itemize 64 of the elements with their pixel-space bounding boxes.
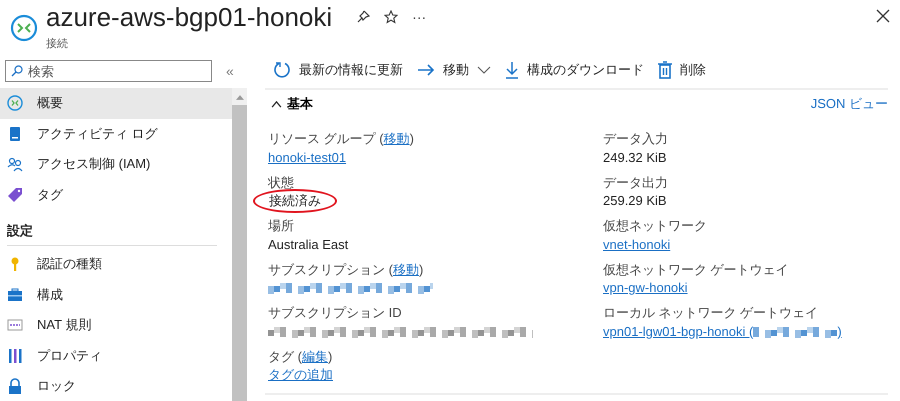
- people-icon: [7, 156, 23, 172]
- connection-icon: [10, 14, 38, 42]
- field-label: 仮想ネットワーク: [603, 218, 707, 233]
- value-link[interactable]: vpn01-lgw01-bgp-honoki ( ): [603, 324, 842, 338]
- value-link[interactable]: honoki-test01: [268, 150, 346, 164]
- toolbar-button[interactable]: 削除: [658, 61, 706, 79]
- field-label: 仮想ネットワーク ゲートウェイ: [603, 262, 789, 276]
- field-label: サブスクリプション (移動): [268, 262, 424, 276]
- search-field[interactable]: 検索: [5, 60, 212, 82]
- field-value: 259.29 KiB: [603, 193, 667, 208]
- bars-icon: [7, 348, 23, 364]
- close-icon[interactable]: [876, 9, 890, 23]
- field-label: サブスクリプション ID: [268, 305, 402, 320]
- nav-item[interactable]: NAT 規則: [0, 310, 232, 340]
- value-link[interactable]: vnet-honoki: [603, 236, 670, 252]
- toolbar-button[interactable]: 移動: [417, 61, 491, 79]
- scrollbar[interactable]: [232, 88, 247, 401]
- nav-item[interactable]: プロパティ: [0, 340, 232, 371]
- nav-item[interactable]: タグ: [0, 180, 232, 210]
- trash-icon: [658, 61, 672, 79]
- log-icon: [7, 126, 23, 142]
- blurred-link[interactable]: [268, 281, 433, 294]
- arrow-right-icon: [417, 63, 435, 77]
- resource-type: 接続: [46, 36, 69, 51]
- field-value: 249.32 KiB: [603, 150, 667, 164]
- field-label: 状態: [268, 174, 294, 190]
- download-icon: [505, 61, 519, 79]
- nav-item[interactable]: 認証の種類: [0, 249, 232, 280]
- section-heading: 設定: [6, 222, 34, 240]
- action-link[interactable]: 編集: [302, 348, 328, 364]
- tag-icon: [7, 186, 23, 203]
- json-view-link[interactable]: JSON ビュー: [810, 95, 888, 113]
- chevron-up-icon: [271, 100, 282, 108]
- pin-icon[interactable]: [356, 10, 370, 24]
- chevron-down-icon: [477, 66, 491, 74]
- value-link[interactable]: タグの追加: [268, 366, 333, 384]
- lock-icon: [7, 378, 23, 394]
- nav-item[interactable]: 構成: [0, 280, 232, 310]
- section-toggle[interactable]: 基本: [265, 95, 313, 113]
- search-icon: [11, 65, 23, 77]
- page-title: azure-aws-bgp01-honoki: [46, 1, 332, 34]
- toolbar-button[interactable]: 最新の情報に更新: [273, 61, 403, 79]
- nav-item[interactable]: ロック: [0, 371, 232, 401]
- field-label: 場所: [268, 218, 294, 233]
- action-link[interactable]: 移動: [384, 131, 410, 146]
- field-label: リソース グループ (移動): [268, 131, 414, 146]
- connection-icon: [7, 95, 23, 112]
- field-label: ローカル ネットワーク ゲートウェイ: [603, 305, 818, 320]
- toolbar-button[interactable]: 構成のダウンロード: [505, 61, 644, 79]
- refresh-icon: [273, 61, 291, 79]
- field-value: 接続済み: [253, 188, 337, 212]
- collapse-button[interactable]: «: [226, 63, 234, 79]
- value-link[interactable]: vpn-gw-honoki: [603, 280, 688, 295]
- more-button[interactable]: ···: [412, 9, 426, 25]
- field-label: タグ (編集): [268, 348, 332, 364]
- nav-item[interactable]: アクティビティ ログ: [0, 118, 232, 149]
- star-icon[interactable]: [384, 10, 398, 24]
- nav-item[interactable]: 概要: [0, 88, 232, 118]
- nav-item[interactable]: アクセス制御 (IAM): [0, 149, 232, 180]
- action-link[interactable]: 移動: [392, 262, 419, 276]
- field-value: Australia East: [268, 236, 348, 252]
- field-label: データ入力: [603, 131, 668, 146]
- toolbox-icon: [7, 286, 23, 303]
- field-label: データ出力: [603, 174, 668, 190]
